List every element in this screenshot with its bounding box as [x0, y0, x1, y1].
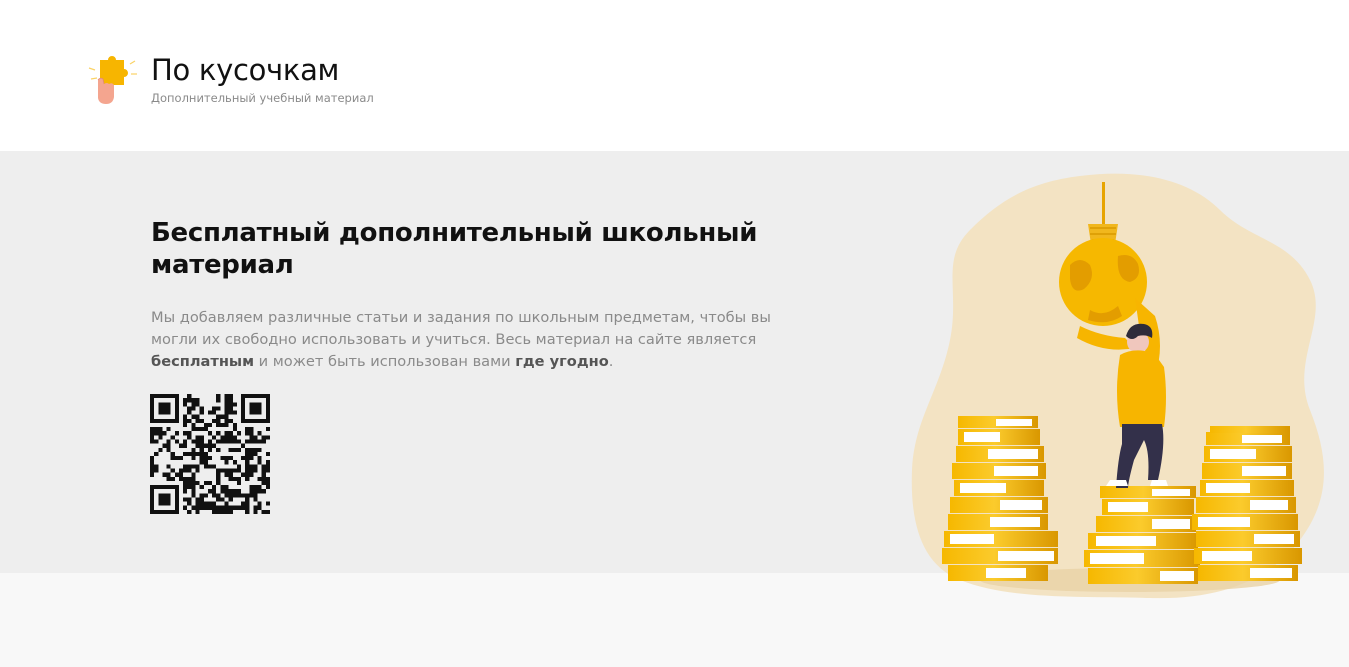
site-header: По кусочкам Дополнительный учебный матер…	[0, 0, 1349, 151]
hero-text-part-3: .	[608, 353, 614, 370]
hero-text-bold-anywhere: где угодно	[515, 353, 609, 370]
hero-text-part-2: и может быть использован вами	[254, 353, 516, 370]
site-title[interactable]: По кусочкам	[151, 53, 339, 87]
hero-text-bold-free: бесплатным	[151, 353, 255, 370]
qr-code-icon	[150, 394, 270, 514]
hero-title: Бесплатный дополнительный школьный матер…	[151, 218, 758, 280]
hero-description: Мы добавляем различные статьи и задания …	[151, 307, 771, 373]
person-holding-lightbulb-on-coin-stacks-illustration	[911, 173, 1324, 599]
puzzle-piece-hand-icon[interactable]	[86, 52, 138, 106]
site-subtitle: Дополнительный учебный материал	[151, 91, 374, 105]
hero-text-part-1: Мы добавляем различные статьи и задания …	[151, 309, 771, 348]
